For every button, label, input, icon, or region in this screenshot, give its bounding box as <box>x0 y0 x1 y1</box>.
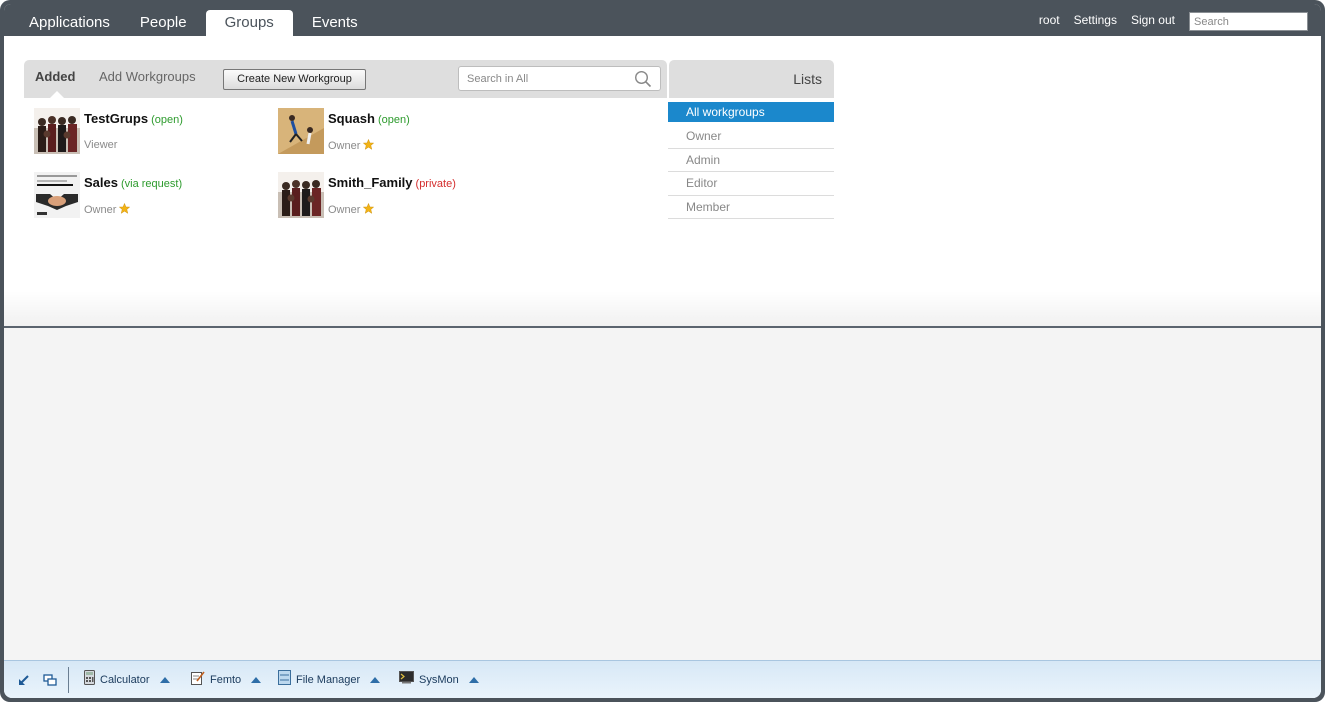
list-item-member[interactable]: Member <box>668 196 834 219</box>
group-name[interactable]: TestGrups (open) <box>84 111 183 126</box>
task-menu-arrow-icon[interactable] <box>468 677 479 683</box>
group-name[interactable]: Smith_Family (private) <box>328 175 456 190</box>
search-in-all-box <box>458 66 661 91</box>
owner-star-icon <box>119 202 131 217</box>
group-item-sales[interactable]: Sales (via request) Owner <box>34 172 234 220</box>
active-tab-pointer <box>50 91 64 98</box>
task-menu-arrow-icon[interactable] <box>251 677 262 683</box>
list-item-editor[interactable]: Editor <box>668 172 834 196</box>
tab-add-workgroups[interactable]: Add Workgroups <box>99 60 196 98</box>
create-new-workgroup-button[interactable]: Create New Workgroup <box>223 69 366 90</box>
group-item-testgrups[interactable]: TestGrups (open) Viewer <box>34 108 234 156</box>
sign-out-link[interactable]: Sign out <box>1131 13 1175 27</box>
group-status: (open) <box>151 114 183 126</box>
file-manager-icon <box>278 670 291 690</box>
group-name[interactable]: Sales (via request) <box>84 175 182 190</box>
search-icon[interactable] <box>634 70 652 93</box>
owner-star-icon <box>363 138 375 153</box>
user-name-link[interactable]: root <box>1039 13 1060 27</box>
terminal-icon <box>399 671 414 689</box>
task-file-manager[interactable]: File Manager <box>278 670 381 690</box>
task-calculator[interactable]: Calculator <box>84 670 170 690</box>
taskbar: Calculator Femto File Manager SysMon <box>4 660 1321 698</box>
settings-link[interactable]: Settings <box>1074 13 1117 27</box>
list-item-owner[interactable]: Owner <box>668 125 834 149</box>
lists-menu: All workgroups Owner Admin Editor Member <box>668 102 834 219</box>
task-menu-arrow-icon[interactable] <box>159 677 170 683</box>
windows-switcher-icon[interactable] <box>43 673 57 691</box>
group-item-squash[interactable]: Squash (open) Owner <box>278 108 478 156</box>
group-status: (via request) <box>120 178 183 190</box>
group-role: Owner <box>328 138 375 153</box>
global-search-input[interactable] <box>1189 12 1308 31</box>
group-status: (private) <box>415 178 456 190</box>
list-item-admin[interactable]: Admin <box>668 149 834 172</box>
group-item-smith-family[interactable]: Smith_Family (private) Owner <box>278 172 518 220</box>
main-tabs: Applications People Groups Events <box>14 10 373 36</box>
minimize-all-icon[interactable] <box>18 673 30 691</box>
group-role: Viewer <box>84 139 118 151</box>
group-status: (open) <box>377 114 410 126</box>
window-frame: Applications People Groups Events root S… <box>0 0 1325 702</box>
handshake-photo-icon <box>34 172 80 218</box>
user-links: root Settings Sign out <box>1025 4 1175 36</box>
squash-photo-icon <box>278 108 324 154</box>
task-sysmon[interactable]: SysMon <box>399 671 479 689</box>
group-photo-icon <box>278 172 324 218</box>
taskbar-separator <box>68 667 69 693</box>
lists-header: Lists <box>669 60 834 98</box>
top-nav-bar: Applications People Groups Events root S… <box>4 4 1321 36</box>
list-item-all-workgroups[interactable]: All workgroups <box>668 102 834 122</box>
group-role: Owner <box>328 202 375 217</box>
tab-events[interactable]: Events <box>297 10 373 36</box>
groups-toolbar: Added Add Workgroups Create New Workgrou… <box>24 60 667 98</box>
task-femto[interactable]: Femto <box>191 671 262 690</box>
app-window: Applications People Groups Events root S… <box>4 4 1321 698</box>
group-photo-icon <box>34 108 80 154</box>
task-menu-arrow-icon[interactable] <box>370 677 381 683</box>
calculator-icon <box>84 670 95 690</box>
search-in-all-input[interactable] <box>467 71 627 87</box>
group-role: Owner <box>84 202 131 217</box>
tab-applications[interactable]: Applications <box>14 10 125 36</box>
text-editor-icon <box>191 671 205 690</box>
group-name[interactable]: Squash (open) <box>328 111 410 126</box>
tab-people[interactable]: People <box>125 10 202 36</box>
groups-content-pane: Added Add Workgroups Create New Workgrou… <box>4 36 1321 326</box>
tab-groups[interactable]: Groups <box>205 10 293 36</box>
owner-star-icon <box>363 202 375 217</box>
pane-divider <box>4 326 1321 328</box>
